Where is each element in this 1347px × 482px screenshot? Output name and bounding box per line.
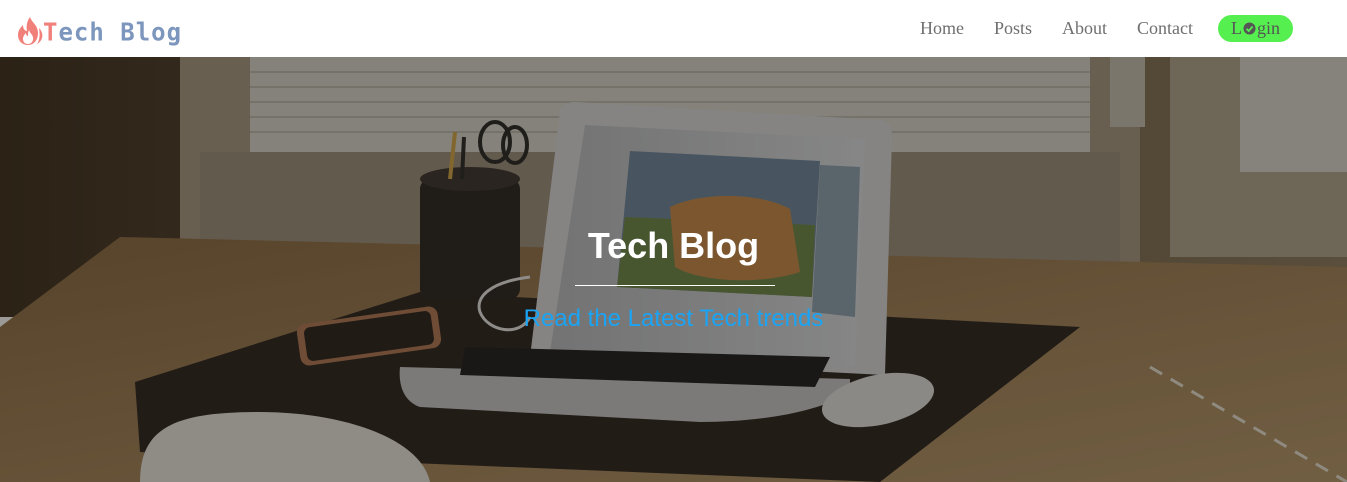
hero-divider [575, 285, 775, 286]
checkmark-circle-icon [1243, 22, 1256, 34]
login-button[interactable]: L gin [1218, 14, 1293, 42]
navbar: Tech Blog Home Posts About Contact L gin [0, 0, 1347, 57]
login-label-end: gin [1256, 17, 1280, 38]
nav-link-contact[interactable]: Contact [1137, 18, 1193, 39]
brand-logo[interactable]: Tech Blog [16, 12, 182, 52]
hero-subtitle: Read the Latest Tech trends [523, 305, 824, 332]
hero-title: Tech Blog [587, 225, 760, 266]
nav-menu: Home Posts About Contact L gin [920, 14, 1293, 42]
nav-link-home[interactable]: Home [920, 18, 964, 39]
flame-icon [18, 17, 43, 45]
nav-link-about[interactable]: About [1062, 18, 1107, 39]
nav-link-posts[interactable]: Posts [994, 18, 1032, 39]
brand-name-rest: ech Blog [58, 17, 183, 47]
hero-section: Tech Blog Read the Latest Tech trends [0, 57, 1347, 482]
hero-dark-overlay [0, 57, 1347, 482]
login-label-start: L [1230, 17, 1242, 38]
brand-name-first-letter: T [43, 17, 59, 47]
brand-name: Tech Blog [43, 19, 182, 44]
